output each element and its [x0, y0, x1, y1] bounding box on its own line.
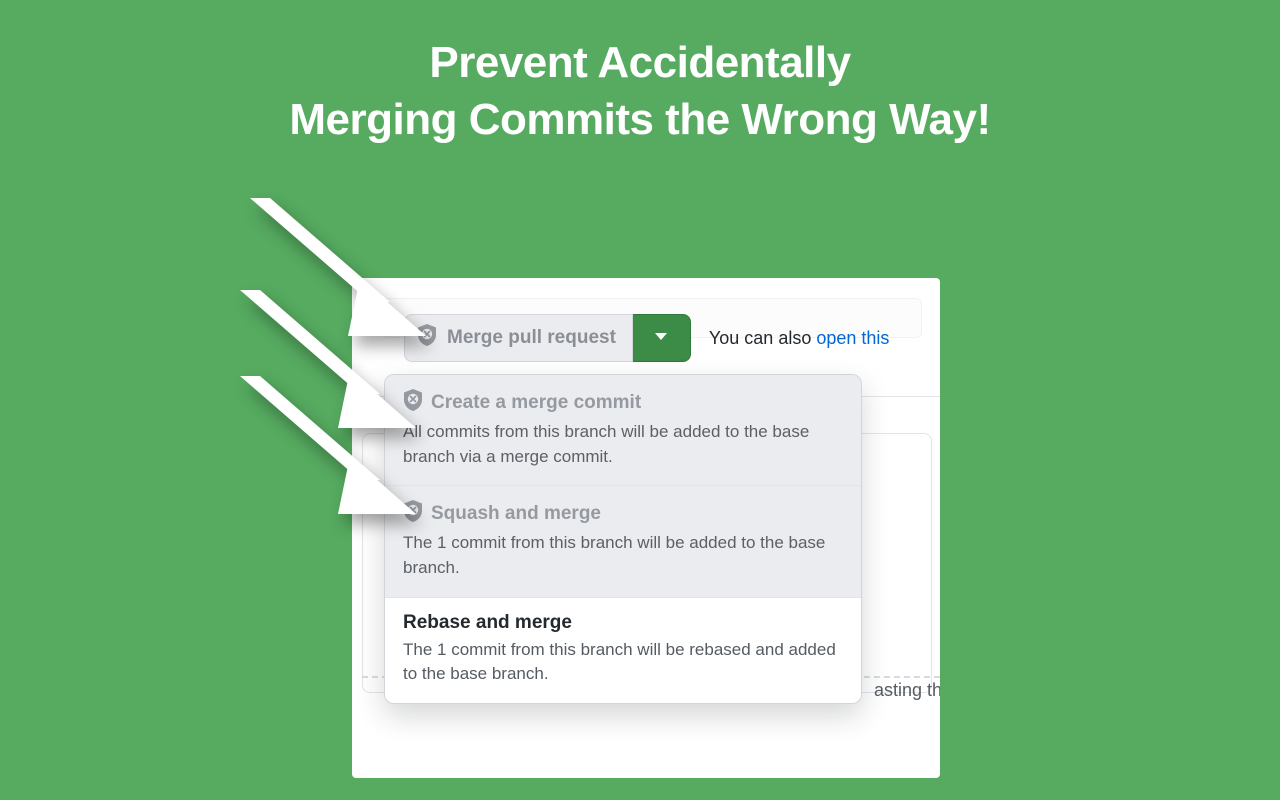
- merge-hint-text: You can also open this: [709, 328, 889, 349]
- option-title: Squash and merge: [431, 503, 601, 525]
- option-description: All commits from this branch will be add…: [403, 420, 843, 469]
- merge-button-row: Merge pull request You can also open thi…: [404, 314, 889, 362]
- open-this-link[interactable]: open this: [816, 328, 889, 348]
- shield-blocked-icon: [403, 389, 423, 416]
- merge-button-label: Merge pull request: [447, 327, 616, 349]
- shield-blocked-icon: [403, 500, 423, 527]
- merge-method-dropdown: Create a merge commit All commits from t…: [384, 374, 862, 704]
- merge-dropdown-toggle[interactable]: [633, 314, 691, 362]
- merge-pull-request-button[interactable]: Merge pull request: [404, 314, 633, 362]
- page-headline: Prevent Accidentally Merging Commits the…: [0, 0, 1280, 148]
- option-description: The 1 commit from this branch will be ad…: [403, 531, 843, 580]
- option-squash-and-merge[interactable]: Squash and merge The 1 commit from this …: [385, 486, 861, 597]
- option-rebase-and-merge[interactable]: Rebase and merge The 1 commit from this …: [385, 598, 861, 703]
- headline-line-2: Merging Commits the Wrong Way!: [289, 95, 990, 144]
- option-title: Rebase and merge: [403, 612, 572, 634]
- screenshot-card: Merge pull request You can also open thi…: [352, 278, 940, 778]
- headline-line-1: Prevent Accidentally: [429, 38, 850, 87]
- hint-prefix: You can also: [709, 328, 816, 348]
- caret-down-icon: [654, 329, 668, 347]
- option-description: The 1 commit from this branch will be re…: [403, 638, 843, 687]
- truncated-background-text: asting th: [874, 680, 940, 701]
- shield-blocked-icon: [417, 324, 437, 352]
- option-title: Create a merge commit: [431, 392, 641, 414]
- option-create-merge-commit[interactable]: Create a merge commit All commits from t…: [385, 375, 861, 486]
